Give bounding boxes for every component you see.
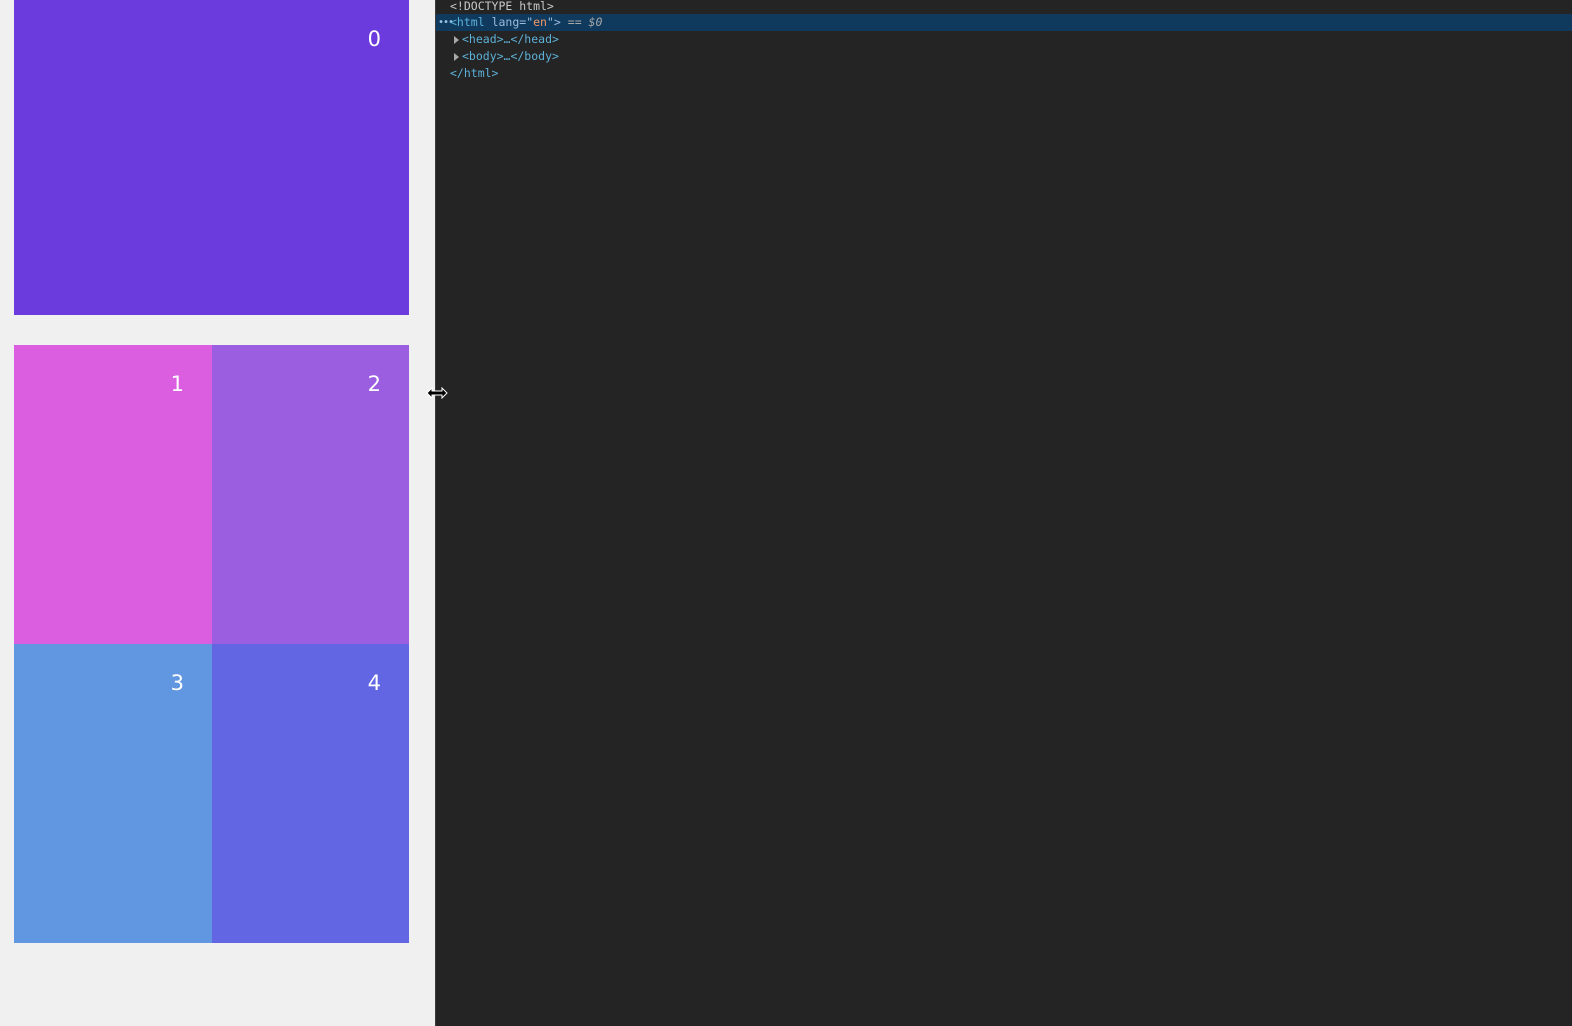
html-attr-close: "> <box>546 15 561 29</box>
html-attr-equals: =" <box>519 15 534 29</box>
grid-box-4: 4 <box>212 644 409 943</box>
expand-triangle-icon[interactable] <box>454 53 459 61</box>
grid-box-0: 0 <box>14 0 409 315</box>
html-tag-open: <html <box>450 15 485 29</box>
box-number-label: 3 <box>170 671 184 695</box>
box-number-label: 0 <box>367 27 381 51</box>
page-viewport: 0 1 2 3 4 <box>0 0 435 1026</box>
devtools-elements-panel: <!DOCTYPE html> ••• <html lang="en"> == … <box>435 0 1572 1026</box>
box-number-label: 2 <box>367 372 381 396</box>
dom-node-html[interactable]: ••• <html lang="en"> == $0 <box>436 14 1572 31</box>
html-attr-name: lang <box>491 15 520 29</box>
dom-node-body[interactable]: <body>…</body> <box>436 48 1572 65</box>
expand-triangle-icon[interactable] <box>454 36 459 44</box>
grid-box-1: 1 <box>14 345 212 644</box>
html-attr-value: en <box>533 15 547 29</box>
dom-node-doctype[interactable]: <!DOCTYPE html> <box>436 0 1572 15</box>
selected-node-marker: == $0 <box>567 15 603 29</box>
grid-box-3: 3 <box>14 644 212 943</box>
head-node-text: <head>…</head> <box>462 32 559 46</box>
grid-box-2: 2 <box>212 345 409 644</box>
horizontal-resize-cursor-icon <box>426 387 448 399</box>
box-number-label: 1 <box>170 372 184 396</box>
dom-node-html-close[interactable]: </html> <box>436 65 1572 82</box>
doctype-text: <!DOCTYPE html> <box>450 0 554 13</box>
dom-node-head[interactable]: <head>…</head> <box>436 31 1572 48</box>
body-node-text: <body>…</body> <box>462 49 559 63</box>
html-close-tag: </html> <box>450 66 499 80</box>
box-number-label: 4 <box>367 671 381 695</box>
